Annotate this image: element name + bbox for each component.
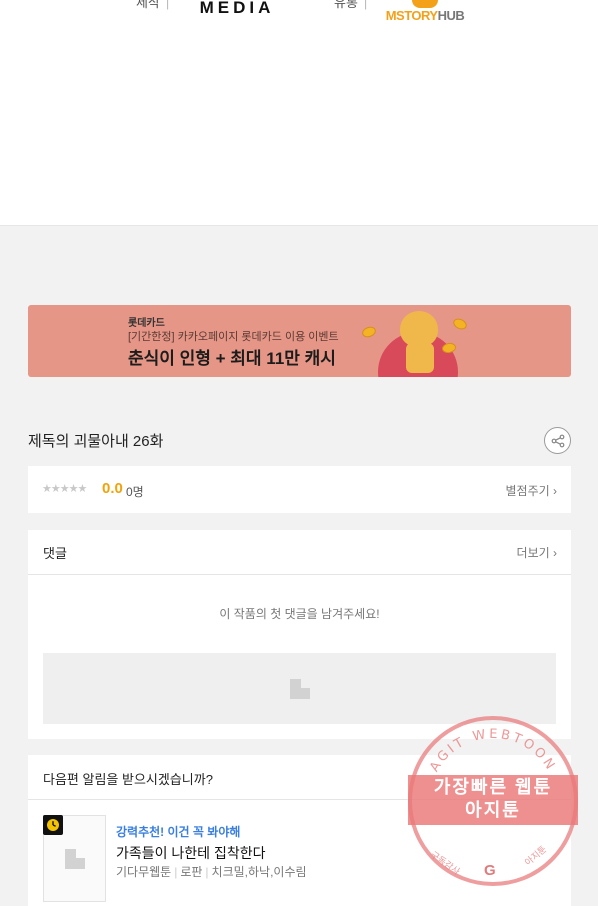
banner-headline: 춘식이 인형 + 최대 11만 캐시 xyxy=(128,349,336,368)
coin-icon xyxy=(441,341,457,355)
image-placeholder-icon xyxy=(289,678,310,699)
production-logo: MEDIA xyxy=(199,0,275,17)
image-placeholder-icon xyxy=(64,848,85,869)
clock-icon xyxy=(43,815,63,835)
distribution-label: 유통 | xyxy=(334,0,368,10)
recommendation-promo: 강력추천! 이건 꼭 봐야해 xyxy=(116,825,241,839)
banner-subtitle: [기간한정] 카카오페이지 롯데카드 이용 이벤트 xyxy=(128,331,339,343)
svg-text:구독감사: 구독감사 xyxy=(428,849,463,878)
rate-button[interactable]: 별점주기 › xyxy=(506,482,558,499)
comments-card: 댓글 더보기 › 이 작품의 첫 댓글을 남겨주세요! xyxy=(28,530,571,739)
distribution-logo: MSTORYHUB xyxy=(384,0,466,23)
share-button[interactable] xyxy=(544,427,571,454)
production-label: 제작 | xyxy=(136,0,170,10)
banner-brand: 롯데카드 xyxy=(128,318,165,329)
coin-icon xyxy=(451,316,469,332)
google-icon: G xyxy=(484,862,496,879)
rating-card: ★★★★★ 0.0 0명 별점주기 › xyxy=(28,466,571,513)
coin-icon xyxy=(360,324,378,340)
production-credits-area: 제작 | MEDIA 유통 | MSTORYHUB xyxy=(0,0,598,226)
character-illustration xyxy=(400,311,438,347)
ad-placeholder xyxy=(43,653,556,724)
svg-text:AGIT WEBTOON: AGIT WEBTOON xyxy=(427,727,559,775)
rating-count: 0명 xyxy=(126,485,144,499)
comments-empty-message: 이 작품의 첫 댓글을 남겨주세요! xyxy=(219,607,380,621)
recommendation-meta: 기다무웹툰 | 로판 | 치크밀,하낙,이수림 xyxy=(116,865,307,879)
recommendation-title[interactable]: 가족들이 나한테 집착한다 xyxy=(116,843,265,863)
comments-title: 댓글 xyxy=(43,546,67,561)
star-rating-icon: ★★★★★ xyxy=(42,483,87,495)
promo-banner[interactable]: 롯데카드 [기간한정] 카카오페이지 롯데카드 이용 이벤트 춘식이 인형 + … xyxy=(28,305,571,377)
svg-text:아지툰: 아지툰 xyxy=(523,844,549,868)
notify-title: 다음편 알림을 받으시겠습니까? xyxy=(43,772,213,787)
watermark-stamp: AGIT WEBTOON 구독감사 아지툰 가장빠른 웹툰 아지툰 G xyxy=(408,716,578,886)
rating-score: 0.0 xyxy=(102,480,123,497)
share-icon xyxy=(551,434,564,447)
comments-more-link[interactable]: 더보기 › xyxy=(517,544,557,561)
episode-title: 제독의 괴물아내 26화 xyxy=(28,433,164,450)
